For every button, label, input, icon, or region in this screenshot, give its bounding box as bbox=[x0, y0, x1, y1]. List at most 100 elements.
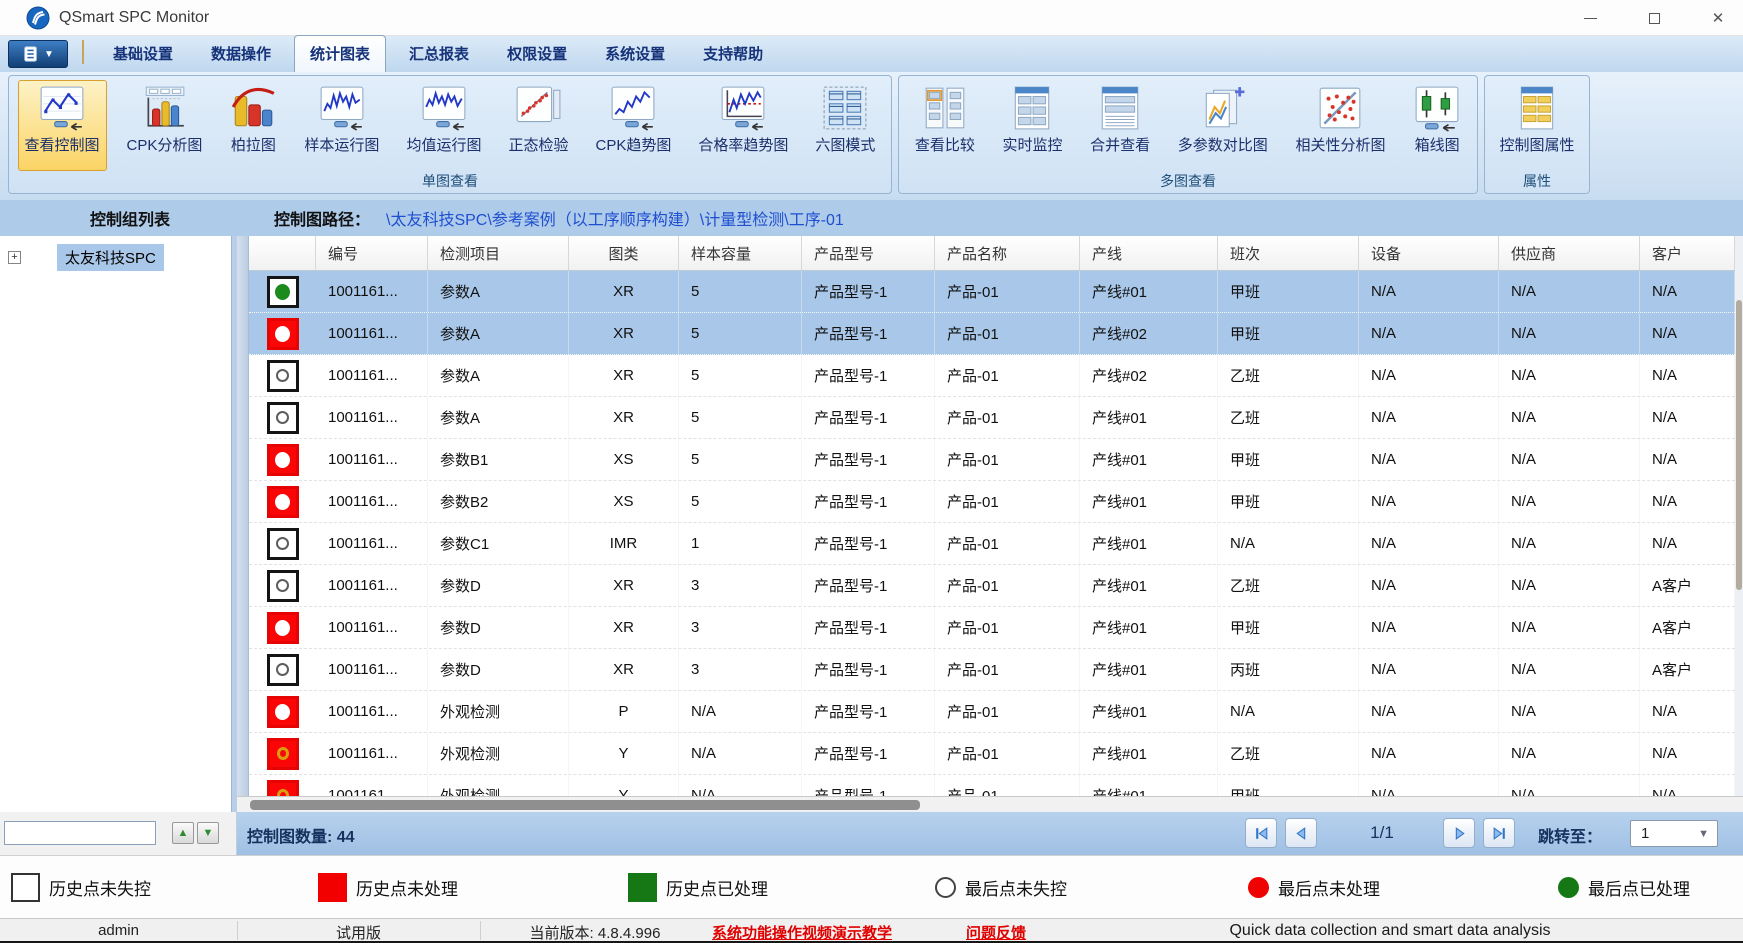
table-cell: 1001161... bbox=[316, 691, 428, 732]
menu-tab-2[interactable]: 数据操作 bbox=[196, 36, 286, 72]
sample-run-icon bbox=[318, 84, 366, 132]
table-row-4[interactable]: 1001161...参数AXR5产品型号-1产品-01产线#01乙班N/AN/A… bbox=[249, 397, 1735, 439]
table-cell: N/A bbox=[1499, 607, 1640, 648]
table-cell: Y bbox=[569, 733, 679, 774]
table-row-1[interactable]: 1001161...参数AXR5产品型号-1产品-01产线#01甲班N/AN/A… bbox=[249, 271, 1735, 313]
table-cell: 参数C1 bbox=[428, 523, 569, 564]
menu-tab-7[interactable]: 支持帮助 bbox=[688, 36, 778, 72]
column-header-5[interactable]: 产品型号 bbox=[802, 236, 935, 270]
red-white-dot-status-icon bbox=[267, 444, 299, 476]
tree-up-button[interactable]: ▲ bbox=[172, 822, 194, 844]
menu-tab-5[interactable]: 权限设置 bbox=[492, 36, 582, 72]
table-cell: XS bbox=[569, 439, 679, 480]
video-tutorial-link[interactable]: 系统功能操作视频演示教学 bbox=[712, 922, 892, 943]
prev-page-button[interactable] bbox=[1285, 818, 1317, 848]
first-page-button[interactable] bbox=[1245, 818, 1277, 848]
ribbon-cpk-analysis-button[interactable]: CPK分析图 bbox=[120, 80, 210, 171]
table-row-9[interactable]: 1001161...参数DXR3产品型号-1产品-01产线#01甲班N/AN/A… bbox=[249, 607, 1735, 649]
column-header-7[interactable]: 产线 bbox=[1080, 236, 1218, 270]
table-cell: 5 bbox=[679, 355, 802, 396]
table-cell: 3 bbox=[679, 607, 802, 648]
close-button[interactable]: ✕ bbox=[1703, 4, 1733, 32]
ribbon-multi-param-button[interactable]: 多参数对比图 bbox=[1171, 80, 1275, 171]
column-header-2[interactable]: 检测项目 bbox=[428, 236, 569, 270]
column-header-11[interactable]: 客户 bbox=[1640, 236, 1735, 270]
ribbon-view-compare-button[interactable]: 查看比较 bbox=[908, 80, 982, 171]
table-row-12[interactable]: 1001161...外观检测YN/A产品型号-1产品-01产线#01乙班N/AN… bbox=[249, 733, 1735, 775]
menu-tab-1[interactable]: 基础设置 bbox=[98, 36, 188, 72]
vertical-scrollbar-thumb[interactable] bbox=[1736, 300, 1742, 590]
next-page-button[interactable] bbox=[1443, 818, 1475, 848]
ribbon-correlation-button[interactable]: 相关性分析图 bbox=[1288, 80, 1392, 171]
ribbon-six-chart-button[interactable]: 六图模式 bbox=[808, 80, 882, 171]
last-page-button[interactable] bbox=[1483, 818, 1515, 848]
ribbon-normality-button[interactable]: 正态检验 bbox=[501, 80, 575, 171]
tree-down-button[interactable]: ▼ bbox=[197, 822, 219, 844]
table-cell: N/A bbox=[1218, 691, 1359, 732]
table-cell: 产品型号-1 bbox=[802, 355, 935, 396]
table-cell: N/A bbox=[1359, 355, 1499, 396]
ribbon-boxplot-button[interactable]: 箱线图 bbox=[1406, 80, 1468, 171]
table-row-13[interactable]: 1001161外观检测YN/A产品型号-1产品-01产线#01甲班N/AN/AN… bbox=[249, 775, 1735, 796]
ribbon-button-label: 多参数对比图 bbox=[1178, 134, 1268, 155]
ribbon-pareto-button[interactable]: 柏拉图 bbox=[222, 80, 284, 171]
menu-tab-4[interactable]: 汇总报表 bbox=[394, 36, 484, 72]
table-cell: N/A bbox=[1499, 271, 1640, 312]
column-header-3[interactable]: 图类 bbox=[569, 236, 679, 270]
table-cell: A客户 bbox=[1640, 649, 1735, 690]
table-cell: N/A bbox=[679, 733, 802, 774]
menu-tab-6[interactable]: 系统设置 bbox=[590, 36, 680, 72]
table-cell: A客户 bbox=[1640, 607, 1735, 648]
table-cell: 产品型号-1 bbox=[802, 523, 935, 564]
ribbon-chart-props-button[interactable]: 控制图属性 bbox=[1492, 80, 1581, 171]
ribbon-mean-run-button[interactable]: 均值运行图 bbox=[399, 80, 488, 171]
vertical-scrollbar[interactable] bbox=[1735, 236, 1743, 796]
ribbon-button-label: 实时监控 bbox=[1002, 134, 1062, 155]
table-cell: 5 bbox=[679, 439, 802, 480]
table-row-8[interactable]: 1001161...参数DXR3产品型号-1产品-01产线#01乙班N/AN/A… bbox=[249, 565, 1735, 607]
app-menu-button[interactable]: ▼ bbox=[8, 40, 68, 68]
chevron-down-icon: ▼ bbox=[44, 49, 54, 60]
square-green-legend-icon bbox=[628, 873, 657, 902]
ribbon-passrate-trend-button[interactable]: 合格率趋势图 bbox=[691, 80, 795, 171]
column-header-8[interactable]: 班次 bbox=[1218, 236, 1359, 270]
ribbon-cpk-trend-button[interactable]: CPK趋势图 bbox=[589, 80, 679, 171]
maximize-button[interactable] bbox=[1639, 4, 1669, 32]
table-cell: N/A bbox=[1359, 523, 1499, 564]
table-row-10[interactable]: 1001161...参数DXR3产品型号-1产品-01产线#01丙班N/AN/A… bbox=[249, 649, 1735, 691]
horizontal-scrollbar-thumb[interactable] bbox=[250, 800, 920, 810]
ribbon-sample-run-button[interactable]: 样本运行图 bbox=[297, 80, 386, 171]
column-header-6[interactable]: 产品名称 bbox=[935, 236, 1080, 270]
jump-page-select[interactable]: 1 ▼ bbox=[1630, 820, 1718, 847]
column-header-1[interactable]: 编号 bbox=[316, 236, 428, 270]
ribbon-realtime-monitor-button[interactable]: 实时监控 bbox=[995, 80, 1069, 171]
tree-expand-icon[interactable]: + bbox=[8, 251, 21, 264]
table-cell: N/A bbox=[1359, 607, 1499, 648]
ribbon-merge-view-button[interactable]: 合并查看 bbox=[1083, 80, 1157, 171]
tree-item[interactable]: + 太友科技SPC bbox=[0, 244, 231, 271]
table-row-5[interactable]: 1001161...参数B1XS5产品型号-1产品-01产线#01甲班N/AN/… bbox=[249, 439, 1735, 481]
ribbon-button-label: 箱线图 bbox=[1415, 134, 1460, 155]
column-header-10[interactable]: 供应商 bbox=[1499, 236, 1640, 270]
ribbon-group-label: 单图查看 bbox=[9, 171, 891, 191]
column-header-0[interactable] bbox=[249, 236, 316, 270]
minimize-button[interactable] bbox=[1575, 4, 1605, 32]
horizontal-scrollbar[interactable] bbox=[237, 796, 1743, 812]
feedback-link[interactable]: 问题反馈 bbox=[966, 922, 1026, 943]
column-header-4[interactable]: 样本容量 bbox=[679, 236, 802, 270]
table-row-3[interactable]: 1001161...参数AXR5产品型号-1产品-01产线#02乙班N/AN/A… bbox=[249, 355, 1735, 397]
table-cell: N/A bbox=[1640, 355, 1735, 396]
table-cell: 参数A bbox=[428, 313, 569, 354]
column-header-9[interactable]: 设备 bbox=[1359, 236, 1499, 270]
table-row-11[interactable]: 1001161...外观检测PN/A产品型号-1产品-01产线#01N/AN/A… bbox=[249, 691, 1735, 733]
table-row-6[interactable]: 1001161...参数B2XS5产品型号-1产品-01产线#01甲班N/AN/… bbox=[249, 481, 1735, 523]
table-cell: 乙班 bbox=[1218, 397, 1359, 438]
table-row-2[interactable]: 1001161...参数AXR5产品型号-1产品-01产线#02甲班N/AN/A… bbox=[249, 313, 1735, 355]
menu-tab-3[interactable]: 统计图表 bbox=[294, 35, 386, 72]
tree-node-label[interactable]: 太友科技SPC bbox=[57, 244, 164, 271]
tree-search-input[interactable] bbox=[4, 821, 156, 845]
ribbon-control-chart-button[interactable]: 查看控制图 bbox=[18, 80, 107, 171]
table-row-7[interactable]: 1001161...参数C1IMR1产品型号-1产品-01产线#01N/AN/A… bbox=[249, 523, 1735, 565]
legend-label: 最后点已处理 bbox=[1588, 875, 1690, 900]
boxplot-icon bbox=[1413, 84, 1461, 132]
